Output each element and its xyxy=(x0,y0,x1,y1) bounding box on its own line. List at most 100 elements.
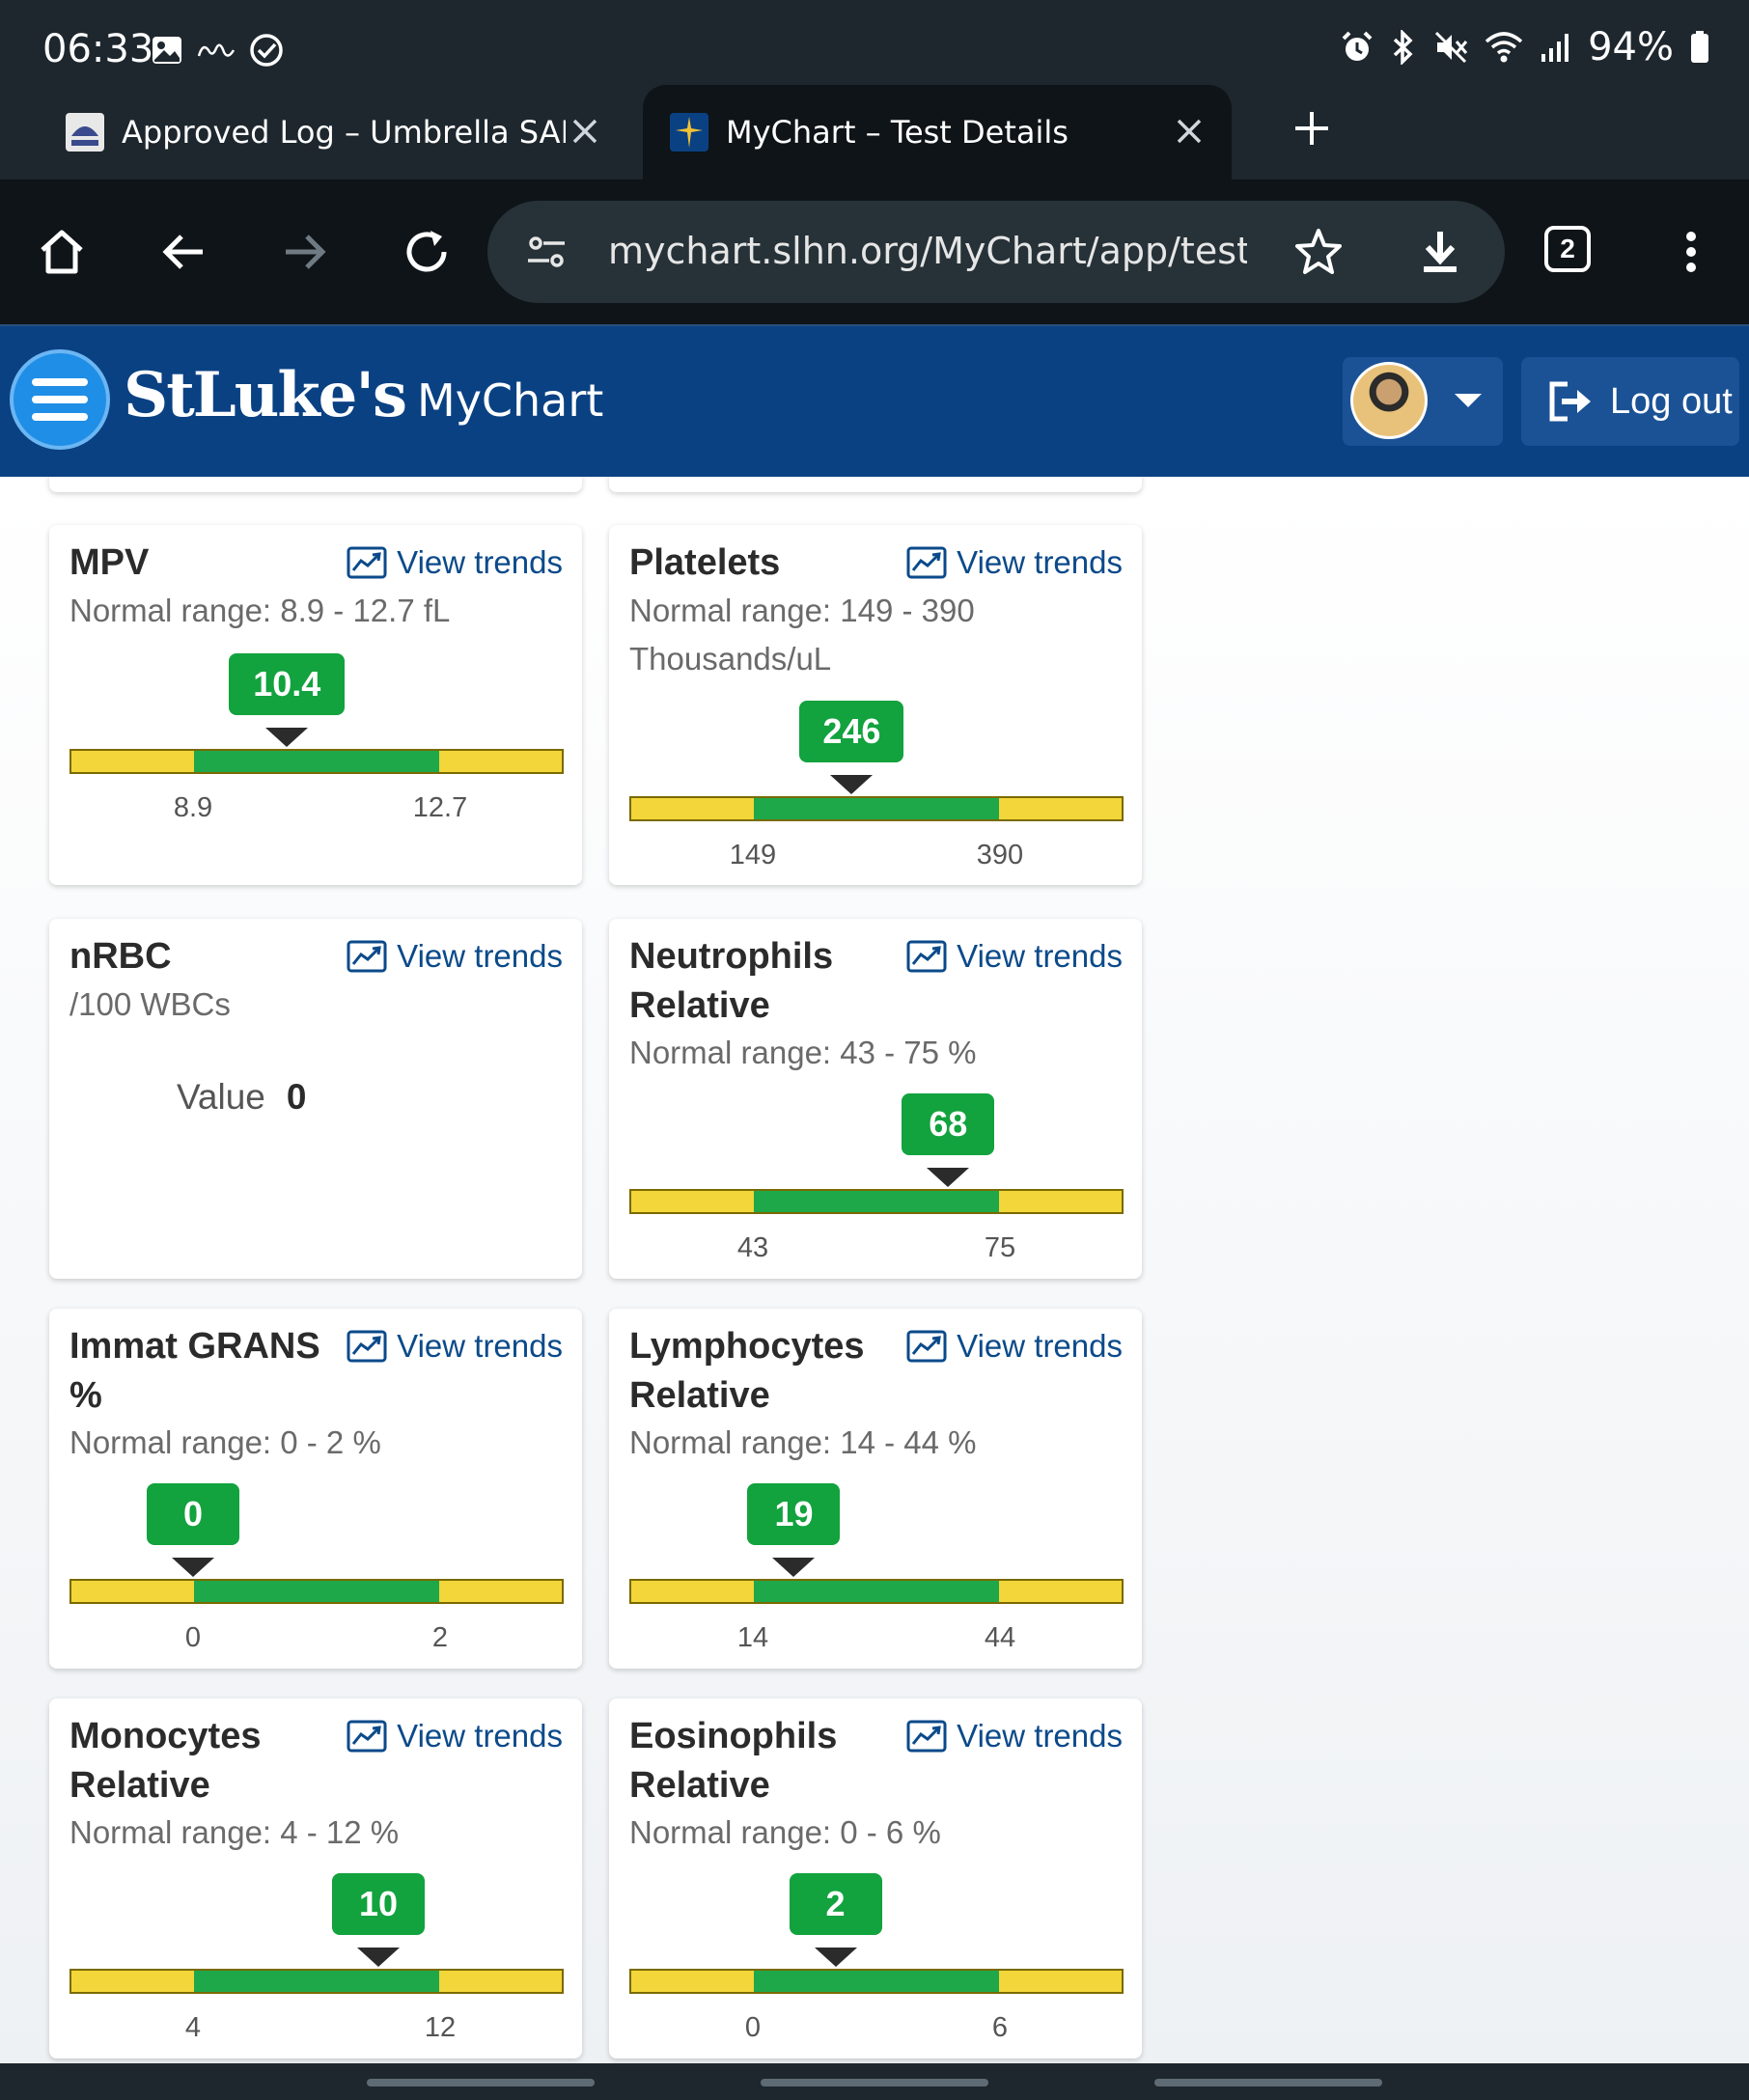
close-icon[interactable] xyxy=(568,114,602,149)
alarm-icon xyxy=(1341,31,1374,64)
range-high-label: 6 xyxy=(991,2012,1009,2043)
view-trends-label: View trends xyxy=(957,544,1123,580)
view-trends-link[interactable]: View trends xyxy=(347,1718,563,1755)
result-card-partial xyxy=(609,477,1142,492)
browser-tab-mychart[interactable]: MyChart – Test Details xyxy=(643,85,1232,180)
nav-handle[interactable] xyxy=(761,2079,988,2086)
result-title: Platelets xyxy=(629,542,781,583)
range-low-label: 149 xyxy=(729,840,777,870)
more-vertical-icon[interactable] xyxy=(1662,223,1720,281)
normal-range: Normal range: 149 - 390 Thousands/uL xyxy=(629,593,975,677)
trend-chart-icon xyxy=(906,940,947,973)
tab-title: Approved Log – Umbrella SARM xyxy=(122,114,566,151)
nav-handle[interactable] xyxy=(1154,2079,1382,2086)
range-bar xyxy=(629,796,1124,821)
view-trends-link[interactable]: View trends xyxy=(906,938,1123,975)
value-number: 0 xyxy=(286,1077,307,1117)
normal-range: Normal range: 8.9 - 12.7 fL xyxy=(69,593,451,628)
logo-product: MyChart xyxy=(417,374,604,427)
result-value-badge: 0 xyxy=(147,1483,239,1545)
status-left-icons xyxy=(151,33,284,68)
stlukes-mychart-logo[interactable]: StLuke's MyChart xyxy=(124,359,603,431)
range-bar xyxy=(629,1189,1124,1214)
close-icon[interactable] xyxy=(1172,114,1207,149)
trend-chart-icon xyxy=(906,1330,947,1363)
url-text: mychart.slhn.org/MyChart/app/test-result… xyxy=(608,230,1247,272)
range-high-label: 12 xyxy=(424,2012,457,2043)
bluetooth-icon xyxy=(1389,30,1418,65)
range-bar xyxy=(69,1579,564,1604)
view-trends-link[interactable]: View trends xyxy=(347,1328,563,1365)
normal-range: Normal range: 0 - 6 % xyxy=(629,1814,941,1850)
image-icon xyxy=(151,35,183,66)
view-trends-link[interactable]: View trends xyxy=(906,1718,1123,1755)
new-tab-plus-icon[interactable] xyxy=(1290,106,1334,151)
status-bar: 06:33 94% xyxy=(0,0,1749,85)
trend-chart-icon xyxy=(906,546,947,579)
view-trends-link[interactable]: View trends xyxy=(906,1328,1123,1365)
logout-label: Log out xyxy=(1610,380,1733,422)
status-time: 06:33 xyxy=(42,27,154,71)
result-card-nrbc: nRBC View trends /100 WBCs Value 0 xyxy=(49,919,582,1279)
value-pointer xyxy=(772,1558,816,1577)
reload-icon[interactable] xyxy=(398,223,456,281)
range-high-label: 12.7 xyxy=(412,792,468,823)
logout-button[interactable]: Log out xyxy=(1521,357,1739,446)
range-high-label: 2 xyxy=(431,1622,449,1653)
system-navigation-bar xyxy=(0,2063,1749,2100)
view-trends-link[interactable]: View trends xyxy=(347,938,563,975)
trend-chart-icon xyxy=(906,1720,947,1753)
wifi-icon xyxy=(1484,30,1524,65)
bookmark-star-icon[interactable] xyxy=(1292,226,1345,278)
tab-switcher-button[interactable]: 2 xyxy=(1544,226,1591,272)
browser-tab-approved-log[interactable]: Approved Log – Umbrella SARM xyxy=(39,85,627,180)
range-high-label: 75 xyxy=(984,1232,1016,1263)
range-bar xyxy=(69,1969,564,1994)
range-low-label: 43 xyxy=(736,1232,769,1263)
value-label: Value xyxy=(177,1077,265,1117)
result-card-mpv: MPV View trends Normal range: 8.9 - 12.7… xyxy=(49,525,582,885)
view-trends-link[interactable]: View trends xyxy=(347,544,563,581)
forward-arrow-icon[interactable] xyxy=(276,223,334,281)
range-high-label: 390 xyxy=(976,840,1024,870)
value-pointer xyxy=(357,1948,400,1967)
range-low-label: 14 xyxy=(736,1622,769,1653)
value-pointer xyxy=(830,775,874,794)
view-trends-label: View trends xyxy=(957,1718,1123,1754)
result-card-neutrophils: Neutrophils Relative View trends Normal … xyxy=(609,919,1142,1279)
normal-range: Normal range: 43 - 75 % xyxy=(629,1035,977,1070)
main-menu-button[interactable] xyxy=(10,349,110,450)
view-trends-link[interactable]: View trends xyxy=(906,544,1123,581)
normal-range: Normal range: 14 - 44 % xyxy=(629,1424,977,1460)
result-title: Neutrophils Relative xyxy=(629,936,834,1026)
result-title: Lymphocytes Relative xyxy=(629,1326,865,1416)
result-card-lymphocytes: Lymphocytes Relative View trends Normal … xyxy=(609,1309,1142,1669)
value-pointer xyxy=(265,728,309,747)
chevron-down-icon xyxy=(1455,394,1482,407)
site-settings-icon[interactable] xyxy=(524,230,569,274)
browser-toolbar: mychart.slhn.org/MyChart/app/test-result… xyxy=(0,180,1749,324)
range-bar xyxy=(629,1969,1124,1994)
result-value-badge: 246 xyxy=(799,701,904,762)
result-value-badge: 68 xyxy=(902,1093,995,1155)
value-pointer xyxy=(172,1558,214,1577)
home-icon[interactable] xyxy=(33,223,91,281)
result-title: nRBC xyxy=(69,936,172,977)
nav-handle[interactable] xyxy=(367,2079,595,2086)
back-arrow-icon[interactable] xyxy=(154,223,212,281)
profile-menu-button[interactable] xyxy=(1343,357,1503,446)
range-low-label: 0 xyxy=(744,2012,762,2043)
address-bar[interactable]: mychart.slhn.org/MyChart/app/test-result… xyxy=(487,201,1505,303)
result-title: Immat GRANS % xyxy=(69,1326,320,1416)
result-card-partial xyxy=(49,477,582,492)
result-title: Monocytes Relative xyxy=(69,1716,262,1806)
view-trends-label: View trends xyxy=(957,938,1123,974)
trend-chart-icon xyxy=(347,1330,387,1363)
result-title: Eosinophils Relative xyxy=(629,1716,838,1806)
trend-chart-icon xyxy=(347,1720,387,1753)
view-trends-label: View trends xyxy=(957,1328,1123,1364)
view-trends-label: View trends xyxy=(397,544,563,580)
download-icon[interactable] xyxy=(1414,226,1466,278)
check-circle-icon xyxy=(249,33,284,68)
result-card-platelets: Platelets View trends Normal range: 149 … xyxy=(609,525,1142,885)
